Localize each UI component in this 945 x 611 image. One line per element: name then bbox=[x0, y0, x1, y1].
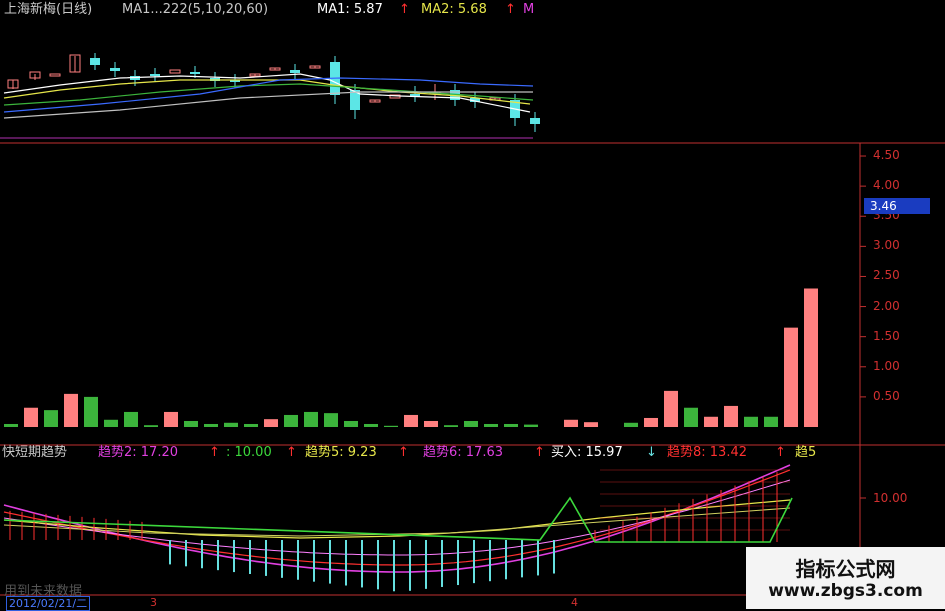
volume-tick-label: 3.00 bbox=[873, 238, 900, 253]
volume-bar bbox=[644, 417, 658, 427]
volume-bar bbox=[624, 422, 638, 427]
volume-bar bbox=[464, 420, 478, 427]
volume-bar bbox=[504, 423, 518, 427]
volume-bar bbox=[764, 416, 778, 427]
candle-body bbox=[49, 73, 61, 77]
trend3-value: : 10.00 bbox=[226, 445, 272, 460]
volume-bar bbox=[204, 423, 218, 427]
trend-curve-magenta bbox=[3, 464, 791, 573]
volume-bar bbox=[744, 416, 758, 427]
volume-bar bbox=[164, 411, 178, 427]
month-marker-4: 4 bbox=[571, 596, 578, 609]
volume-bar bbox=[404, 414, 418, 427]
watermark-title: 指标公式网 bbox=[795, 557, 896, 581]
trend5-arrow: ↑ bbox=[398, 445, 409, 460]
trend2-value: 趋势2: 17.20 bbox=[98, 445, 178, 460]
trend-curve-pink bbox=[3, 479, 791, 556]
trend-curve-red bbox=[3, 469, 791, 566]
volume-bar bbox=[724, 405, 738, 427]
volume-bar bbox=[704, 416, 718, 427]
volume-bar bbox=[424, 420, 438, 427]
trend6-value: 趋势6: 17.63 bbox=[423, 445, 503, 460]
volume-bar bbox=[44, 410, 58, 427]
volume-bar bbox=[784, 327, 798, 427]
volume-bar bbox=[804, 288, 818, 427]
volume-tick-label: 4.50 bbox=[873, 148, 900, 163]
trend3-arrow: ↑ bbox=[286, 445, 297, 460]
volume-tick-label: 0.50 bbox=[873, 388, 900, 403]
volume-bar bbox=[24, 407, 38, 427]
trend2-arrow: ↑ bbox=[209, 445, 220, 460]
current-price-tag: 3.46 bbox=[864, 198, 930, 214]
candle-body bbox=[190, 72, 200, 74]
volume-bar bbox=[84, 396, 98, 427]
candle-body bbox=[90, 58, 100, 65]
volume-bar bbox=[584, 422, 598, 427]
watermark-url: www.zbgs3.com bbox=[768, 581, 923, 601]
trend8-arrow: ↑ bbox=[775, 445, 786, 460]
volume-bar bbox=[224, 422, 238, 427]
trend5-value: 趋势5: 9.23 bbox=[305, 445, 377, 460]
buy-arrow: ↓ bbox=[646, 445, 657, 460]
volume-bar bbox=[524, 424, 538, 427]
volume-tick-label: 1.50 bbox=[873, 328, 900, 343]
volume-bar bbox=[564, 419, 578, 427]
volume-bar bbox=[64, 393, 78, 427]
candle-body bbox=[530, 118, 540, 124]
volume-bar bbox=[324, 413, 338, 427]
volume-bar bbox=[364, 423, 378, 427]
volume-bar bbox=[484, 423, 498, 427]
indicator-tick-10: 10.00 bbox=[873, 491, 908, 505]
candle-body bbox=[150, 74, 160, 76]
volume-bar bbox=[264, 419, 278, 427]
volume-tick-label: 2.00 bbox=[873, 298, 900, 313]
trend-curve-olive bbox=[3, 507, 791, 537]
volume-tick-label: 2.50 bbox=[873, 268, 900, 283]
volume-tick-label: 4.00 bbox=[873, 178, 900, 193]
volume-bar bbox=[104, 419, 118, 427]
candle-body bbox=[110, 68, 120, 71]
volume-bar bbox=[304, 411, 318, 427]
buy-value: 买入: 15.97 bbox=[551, 445, 623, 460]
volume-bar bbox=[124, 411, 138, 427]
candle-body bbox=[290, 70, 300, 73]
trend8-value: 趋势8: 13.42 bbox=[667, 445, 747, 460]
volume-tick-label: 1.00 bbox=[873, 358, 900, 373]
volume-bar bbox=[384, 425, 398, 427]
volume-bar bbox=[284, 414, 298, 427]
volume-bar bbox=[184, 420, 198, 427]
trend9-partial: 趋5 bbox=[795, 445, 817, 460]
candle-body bbox=[410, 94, 420, 96]
volume-bar bbox=[684, 407, 698, 427]
candle-body bbox=[169, 69, 181, 74]
volume-bar bbox=[344, 420, 358, 427]
volume-bar bbox=[4, 423, 18, 427]
volume-bar bbox=[244, 423, 258, 427]
month-marker-3: 3 bbox=[150, 596, 157, 609]
trend6-arrow: ↑ bbox=[534, 445, 545, 460]
volume-bar bbox=[444, 425, 458, 427]
indicator-name: 快短期趋势 bbox=[2, 445, 68, 460]
volume-bar bbox=[144, 425, 158, 427]
stock-chart[interactable] bbox=[0, 0, 945, 609]
watermark-box: 指标公式网 www.zbgs3.com bbox=[746, 547, 945, 609]
volume-bar bbox=[664, 390, 678, 427]
